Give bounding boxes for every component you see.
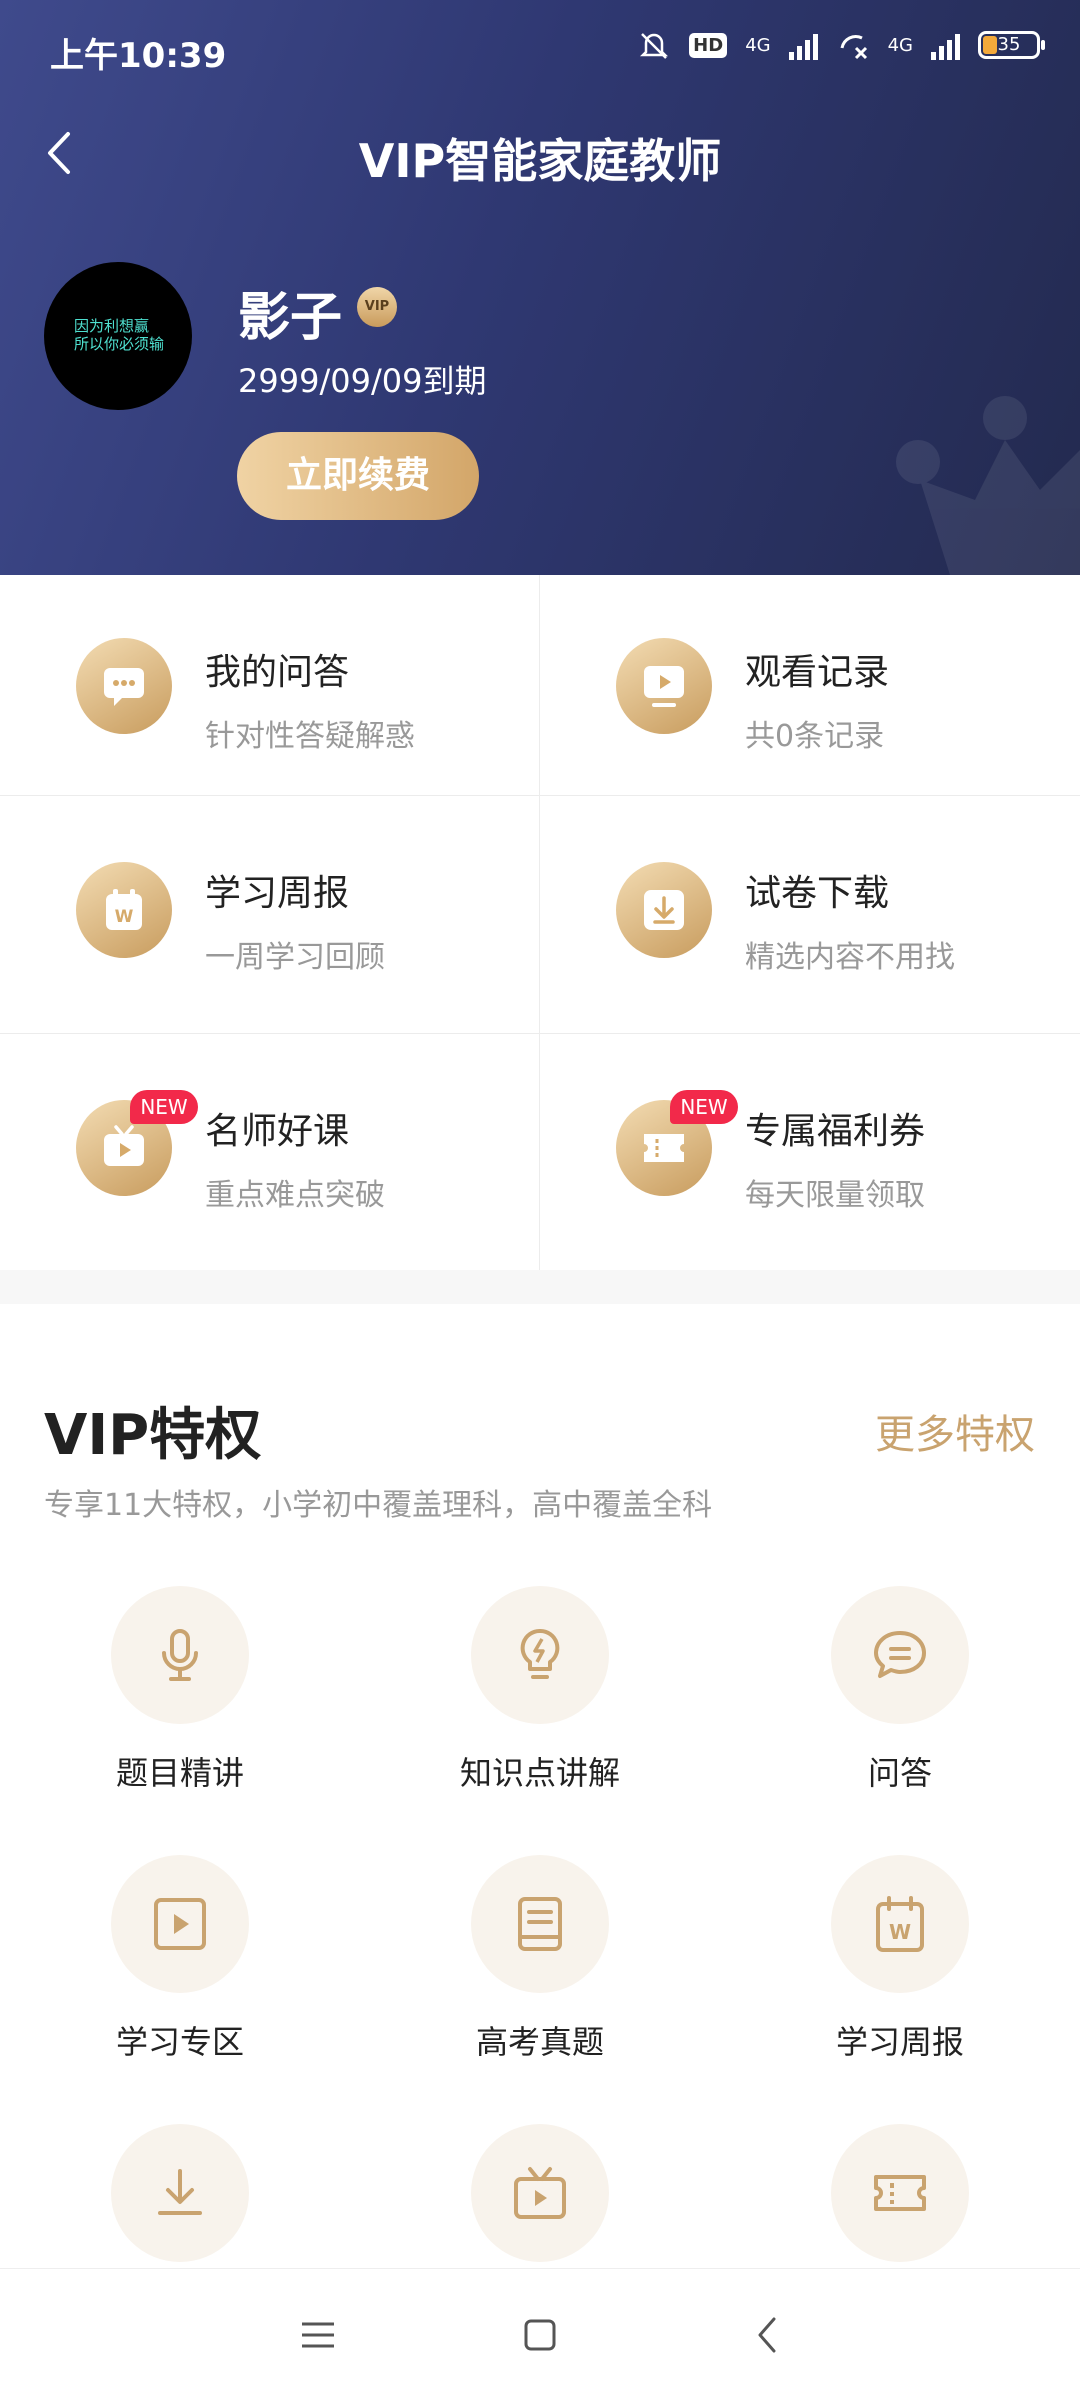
feature-title: 名师好课 — [205, 1111, 350, 1152]
feature-title: 我的问答 — [205, 652, 350, 693]
privilege-item[interactable]: 学习专区 — [0, 1855, 360, 2063]
privilege-item[interactable]: 题目精讲 — [0, 1586, 360, 1794]
new-badge: NEW — [130, 1090, 198, 1124]
feature-subtitle: 精选内容不用找 — [745, 940, 955, 975]
status-icons: HD 4G 4G 35 — [637, 28, 1045, 62]
video-history-icon — [616, 638, 712, 734]
privilege-item[interactable]: 高考真题 — [360, 1855, 720, 2063]
tv-icon — [471, 2124, 609, 2262]
status-bar: 上午10:39 HD 4G 4G 35 — [0, 0, 1080, 100]
privilege-item[interactable] — [720, 2124, 1080, 2262]
user-name: 影子 — [238, 288, 343, 348]
new-badge: NEW — [670, 1090, 738, 1124]
feature-subtitle: 针对性答疑解惑 — [205, 719, 415, 754]
lightbulb-icon — [471, 1586, 609, 1724]
system-nav-bar — [0, 2268, 1080, 2401]
more-privileges-link[interactable]: 更多特权 — [875, 1402, 1035, 1460]
privilege-item[interactable] — [0, 2124, 360, 2262]
privilege-item[interactable]: 知识点讲解 — [360, 1586, 720, 1794]
renew-button[interactable]: 立即续费 — [237, 432, 479, 520]
avatar-caption: 因为利想赢 所以你必须输 — [74, 317, 165, 353]
avatar[interactable]: 因为利想赢 所以你必须输 — [44, 262, 192, 410]
feature-famous-teacher[interactable]: NEW 名师好课 重点难点突破 — [0, 1034, 539, 1270]
calendar-icon: W — [831, 1855, 969, 1993]
back-icon[interactable] — [744, 2311, 792, 2359]
privilege-label: 问答 — [867, 1754, 932, 1792]
expire-date: 2999/09/09到期 — [238, 362, 487, 400]
feature-coupon[interactable]: NEW 专属福利券 每天限量领取 — [540, 1034, 1079, 1270]
network-4g-label: 4G — [745, 34, 771, 56]
hd-icon: HD — [689, 32, 728, 58]
feature-watch-history[interactable]: 观看记录 共0条记录 — [540, 575, 1079, 795]
privilege-item[interactable]: W 学习周报 — [720, 1855, 1080, 2063]
feature-paper-download[interactable]: 试卷下载 精选内容不用找 — [540, 796, 1079, 1033]
feature-title: 学习周报 — [205, 873, 350, 914]
chat-icon — [76, 638, 172, 734]
feature-title: 专属福利券 — [745, 1111, 926, 1152]
weekly-report-icon: W — [76, 862, 172, 958]
feature-subtitle: 共0条记录 — [745, 719, 885, 754]
privilege-item[interactable] — [360, 2124, 720, 2262]
crown-watermark-icon — [896, 396, 1080, 575]
battery-icon: 35 — [978, 31, 1045, 59]
section-separator — [0, 1270, 1080, 1304]
vip-header: 上午10:39 HD 4G 4G 35 VIP智能家庭教师 因为利想赢 所以你必… — [0, 0, 1080, 575]
home-icon[interactable] — [516, 2311, 564, 2359]
wifi-call-icon — [840, 35, 867, 60]
svg-text:W: W — [115, 907, 134, 927]
network-4g-label-2: 4G — [887, 34, 913, 56]
privilege-label: 题目精讲 — [115, 1754, 244, 1792]
signal-icon-2 — [931, 30, 960, 60]
privileges-description: 专享11大特权，小学初中覆盖理科，高中覆盖全科 — [44, 1488, 713, 1523]
feature-my-qa[interactable]: 我的问答 针对性答疑解惑 — [0, 575, 539, 795]
book-icon — [471, 1855, 609, 1993]
privilege-item[interactable]: 问答 — [720, 1586, 1080, 1794]
feature-subtitle: 每天限量领取 — [745, 1178, 925, 1213]
privilege-label: 知识点讲解 — [459, 1754, 620, 1792]
feature-subtitle: 一周学习回顾 — [205, 940, 385, 975]
microphone-icon — [111, 1586, 249, 1724]
signal-icon — [788, 30, 818, 60]
menu-icon[interactable] — [294, 2311, 342, 2359]
feature-subtitle: 重点难点突破 — [205, 1178, 385, 1213]
status-time: 上午10:39 — [50, 36, 227, 76]
feature-title: 观看记录 — [745, 652, 890, 693]
privilege-label: 学习周报 — [835, 2023, 964, 2061]
download-icon — [111, 2124, 249, 2262]
download-icon — [616, 862, 712, 958]
privilege-label: 学习专区 — [115, 2023, 244, 2061]
feature-weekly-report[interactable]: W 学习周报 一周学习回顾 — [0, 796, 539, 1033]
mute-bell-icon — [640, 33, 669, 59]
page-title: VIP智能家庭教师 — [358, 134, 722, 188]
feature-title: 试卷下载 — [745, 873, 890, 914]
play-icon — [111, 1855, 249, 1993]
message-icon — [831, 1586, 969, 1724]
coupon-icon — [831, 2124, 969, 2262]
vip-badge-icon: VIP — [357, 287, 397, 327]
svg-text:W: W — [889, 1920, 911, 1944]
privilege-label: 高考真题 — [475, 2023, 604, 2061]
feature-grid: 我的问答 针对性答疑解惑 观看记录 共0条记录 W 学习周报 一周学习回顾 试卷… — [0, 575, 1080, 1270]
privileges-title: VIP特权 — [44, 1403, 262, 1468]
